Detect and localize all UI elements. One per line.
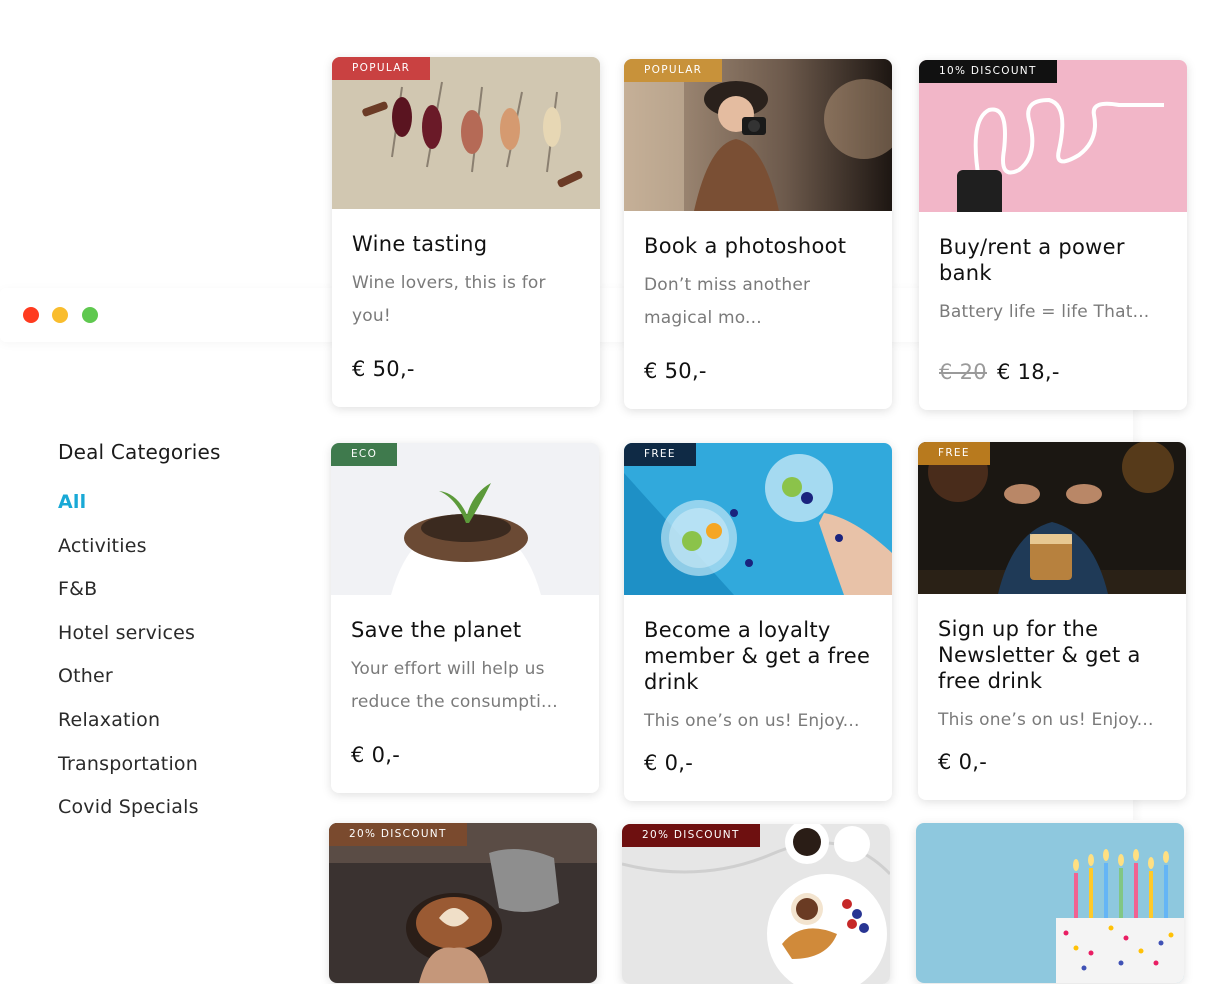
category-hotel-services[interactable]: Hotel services (58, 621, 308, 665)
deal-title: Wine tasting (352, 232, 488, 256)
category-list: All Activities F&B Hotel services Other … (58, 490, 308, 839)
category-all[interactable]: All (58, 490, 308, 534)
deal-price: € 0,- (644, 751, 694, 775)
deal-image-plant-hands: ECO (331, 443, 599, 595)
deal-tag: ECO (331, 443, 398, 466)
deal-tag: POPULAR (624, 59, 723, 82)
category-other[interactable]: Other (58, 664, 308, 708)
deal-new-price: € 18,- (996, 360, 1060, 384)
sidebar-heading: Deal Categories (58, 440, 221, 464)
deal-image-latte-art: 20% DISCOUNT (329, 823, 597, 983)
deal-card-loyalty[interactable]: FREE Become a loyalty member & get a fre… (624, 443, 892, 801)
deal-image-wine: POPULAR (332, 57, 600, 209)
window-minimize-button[interactable] (52, 307, 68, 323)
deal-card-photoshoot[interactable]: POPULAR Book a photoshoot Don’t miss ano… (624, 59, 892, 409)
category-fnb[interactable]: F&B (58, 577, 308, 621)
deal-card-breakfast[interactable]: 20% DISCOUNT (622, 824, 890, 984)
deal-price: € 0,- (938, 750, 988, 774)
deal-card-power-bank[interactable]: 10% DISCOUNT Buy/rent a power bank Batte… (919, 60, 1187, 410)
deal-title: Book a photoshoot (644, 234, 847, 258)
deal-price: € 0,- (351, 743, 401, 767)
deal-title: Save the planet (351, 618, 522, 642)
deal-title: Sign up for the Newsletter & get a free … (938, 617, 1141, 693)
deal-description: Wine lovers, this is for you! (352, 273, 546, 326)
deal-tag: POPULAR (332, 57, 431, 80)
deal-categories-sidebar: Deal Categories All Activities F&B Hotel… (58, 440, 308, 839)
deal-image-whiskey: FREE (918, 442, 1186, 594)
deal-tag: 20% DISCOUNT (622, 824, 760, 847)
deal-description: Don’t miss another magical mo... (644, 275, 811, 328)
deal-description: Battery life = life That... (939, 302, 1150, 322)
deal-old-price: € 20 (939, 360, 987, 384)
deal-card-birthday[interactable] (916, 823, 1184, 983)
deal-tag: 10% DISCOUNT (919, 60, 1057, 83)
deal-card-coffee[interactable]: 20% DISCOUNT (329, 823, 597, 983)
deal-card-wine-tasting[interactable]: POPULAR Wine tasting Wine lovers, this i… (332, 57, 600, 407)
deal-tag: 20% DISCOUNT (329, 823, 467, 846)
category-activities[interactable]: Activities (58, 534, 308, 578)
deal-description: This one’s on us! Enjoy... (644, 711, 860, 731)
deal-price: € 20 € 18,- (939, 360, 1060, 384)
category-covid-specials[interactable]: Covid Specials (58, 795, 308, 839)
deal-card-newsletter[interactable]: FREE Sign up for the Newsletter & get a … (918, 442, 1186, 800)
deal-card-save-planet[interactable]: ECO Save the planet Your effort will hel… (331, 443, 599, 793)
deal-title: Become a loyalty member & get a free dri… (644, 618, 871, 694)
deal-price: € 50,- (352, 357, 415, 381)
deal-description: Your effort will help us reduce the cons… (351, 659, 558, 712)
category-transportation[interactable]: Transportation (58, 752, 308, 796)
deal-price: € 50,- (644, 359, 707, 383)
deal-description: This one’s on us! Enjoy... (938, 710, 1154, 730)
category-relaxation[interactable]: Relaxation (58, 708, 308, 752)
window-close-button[interactable] (23, 307, 39, 323)
deal-image-photographer: POPULAR (624, 59, 892, 211)
deal-tag: FREE (918, 442, 990, 465)
deal-image-power-bank: 10% DISCOUNT (919, 60, 1187, 212)
deal-tag: FREE (624, 443, 696, 466)
deal-image-breakfast: 20% DISCOUNT (622, 824, 890, 984)
deal-title: Buy/rent a power bank (939, 235, 1125, 285)
window-maximize-button[interactable] (82, 307, 98, 323)
deal-image-cocktails: FREE (624, 443, 892, 595)
deal-image-birthday-cake (916, 823, 1184, 983)
